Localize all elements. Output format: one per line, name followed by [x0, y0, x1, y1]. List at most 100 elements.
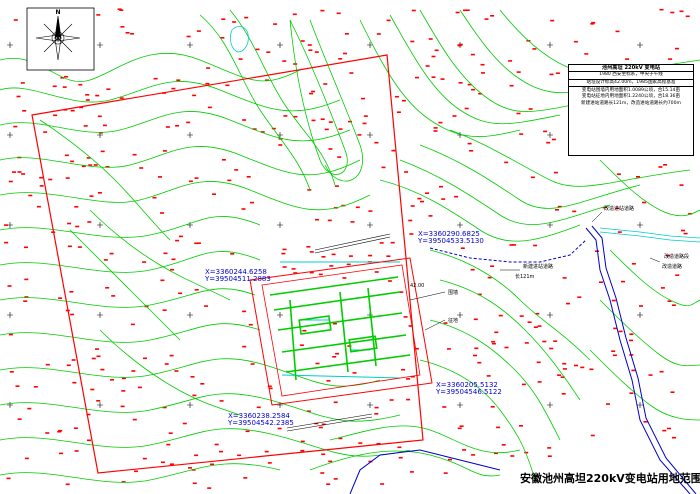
elevation-spot — [460, 247, 465, 249]
elevation-spot — [537, 381, 542, 383]
elevation-spot — [97, 192, 102, 194]
elevation-spot — [550, 19, 555, 22]
elevation-spot — [27, 407, 32, 410]
elevation-spot — [326, 483, 331, 485]
elevation-spot — [348, 255, 353, 257]
elevation-spot — [175, 125, 180, 127]
coord-nw-y: Y=39504511.2883 — [204, 275, 271, 283]
info-table: 池州高坦 220kV 变电站 1980 西安坐标系，中央子午线 站址设计标高42… — [568, 64, 694, 156]
elevation-spot — [120, 405, 125, 408]
right-label-2: 改造道路 — [662, 263, 682, 270]
elevation-spot — [401, 368, 406, 371]
elevation-spot — [467, 142, 472, 145]
elevation-spot — [142, 261, 147, 263]
elevation-spot — [333, 478, 338, 480]
elevation-spot — [248, 323, 253, 326]
elevation-spot — [119, 97, 124, 99]
elevation-spot — [125, 32, 130, 34]
elevation-spot — [415, 76, 419, 79]
elevation-spot — [374, 141, 379, 144]
elevation-spot — [16, 95, 21, 98]
elevation-spot — [332, 356, 337, 358]
elevation-spot — [490, 265, 495, 267]
elevation-spot — [281, 252, 286, 255]
elevation-spot — [668, 58, 673, 60]
elevation-spot — [130, 33, 135, 35]
elevation-spot — [311, 90, 316, 93]
elevation-spot — [448, 458, 452, 461]
elevation-spot — [469, 150, 474, 152]
fence-label: 围墙 — [448, 289, 458, 296]
elevation-spot — [256, 406, 261, 409]
elevation-spot — [629, 339, 634, 342]
elevation-spot — [17, 171, 22, 173]
elevation-spot — [577, 296, 582, 298]
elevation-spot — [557, 374, 562, 376]
elevation-spot — [53, 114, 58, 117]
elevation-spot — [192, 482, 197, 485]
elevation-spot — [504, 161, 509, 164]
elevation-spot — [331, 253, 336, 256]
elevation-spot — [410, 205, 415, 207]
elevation-spot — [245, 430, 250, 433]
elevation-spot — [463, 9, 467, 12]
boundary-label: 征地 — [448, 317, 458, 324]
elevation-spot — [368, 210, 373, 212]
elevation-spot — [625, 58, 630, 60]
elevation-spot — [9, 371, 14, 373]
elevation-spot — [194, 177, 199, 179]
elevation-spot — [22, 110, 27, 112]
elevation-spot — [237, 454, 242, 457]
elevation-spot — [192, 394, 197, 397]
elevation-spot — [238, 58, 243, 60]
elevation-spot — [580, 366, 585, 369]
elevation-spot — [501, 444, 506, 446]
elevation-spot — [318, 426, 323, 429]
elevation-spot — [77, 246, 82, 248]
elevation-spot — [611, 350, 616, 352]
elevation-spot — [486, 375, 491, 377]
elevation-spot — [670, 11, 675, 14]
elevation-spot — [24, 278, 29, 281]
elevation-spot — [4, 224, 8, 226]
elevation-spot — [561, 393, 566, 395]
elevation-spot — [590, 434, 595, 437]
elevation-spot — [629, 392, 634, 394]
elevation-spot — [350, 221, 355, 223]
elevation-spot — [390, 241, 395, 244]
elevation-spot — [243, 477, 248, 479]
north-label: N — [55, 9, 60, 16]
elevation-spot — [363, 115, 368, 117]
elevation-spot — [318, 273, 323, 276]
elevation-spot — [89, 195, 94, 197]
elevation-spot — [65, 483, 70, 486]
elevation-spot — [509, 84, 514, 87]
elevation-spot — [74, 206, 79, 208]
elevation-spot — [152, 196, 157, 199]
elevation-spot — [396, 111, 401, 113]
elevation-spot — [615, 30, 620, 33]
elevation-spot — [162, 150, 167, 152]
elevation-spot — [546, 141, 551, 144]
elevation-spot — [255, 48, 260, 51]
elevation-spot — [121, 377, 126, 380]
elevation-spot — [210, 463, 215, 466]
elevation-spot — [87, 439, 91, 442]
elevation-spot — [335, 352, 340, 355]
elevation-spot — [311, 119, 316, 122]
elevation-spot — [631, 263, 636, 265]
elevation-spot — [660, 287, 665, 289]
elevation-spot — [431, 55, 436, 58]
elevation-spot — [496, 426, 501, 429]
elevation-spot — [166, 443, 171, 446]
elevation-spot — [196, 30, 201, 32]
elevation-spot — [75, 225, 80, 228]
elevation-spot — [572, 210, 577, 213]
elevation-spot — [96, 355, 101, 358]
elevation-spot — [458, 43, 463, 46]
elevation-spot — [533, 326, 538, 328]
elevation-spot — [584, 53, 589, 55]
elevation-spot — [273, 23, 278, 25]
elevation-spot — [683, 232, 688, 235]
elevation-spot — [452, 115, 457, 117]
